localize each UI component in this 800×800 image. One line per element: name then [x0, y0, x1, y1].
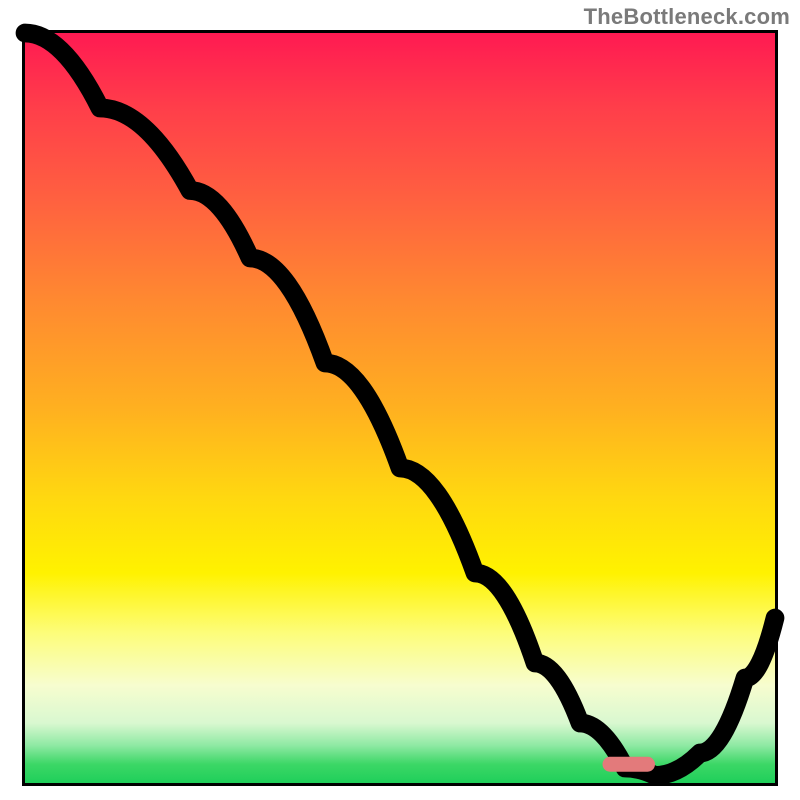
optimal-region-marker [603, 757, 656, 772]
bottleneck-curve [25, 33, 775, 776]
watermark-text: TheBottleneck.com [584, 4, 790, 30]
chart-stage: TheBottleneck.com [0, 0, 800, 800]
chart-overlay [25, 33, 775, 783]
